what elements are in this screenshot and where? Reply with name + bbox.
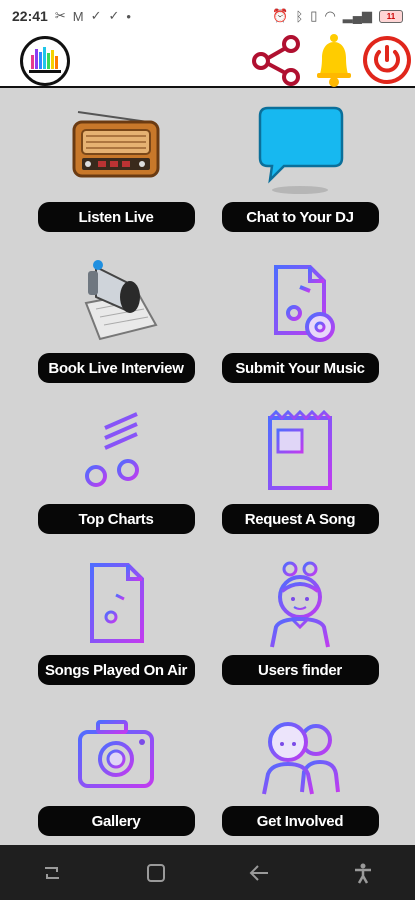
status-bar: 22:41 ✂ M ✓ ✓ • ⏰ ᛒ ▯ ◠ ▂▄▆ 11 — [0, 0, 415, 32]
wifi-icon: ◠ — [324, 8, 336, 23]
newspaper-icon — [268, 409, 332, 490]
alarm-icon: ⏰ — [272, 8, 289, 23]
power-button[interactable] — [361, 34, 413, 86]
share-button[interactable] — [249, 34, 305, 86]
tile-get-involved[interactable]: Get Involved — [218, 706, 382, 836]
recents-button[interactable] — [32, 858, 72, 888]
logo-bars-icon — [29, 47, 61, 73]
tile-chat-dj[interactable]: Chat to Your DJ — [218, 102, 382, 232]
status-time: 22:41 — [12, 8, 48, 24]
tile-label: Book Live Interview — [37, 353, 195, 383]
tile-label: Submit Your Music — [221, 353, 379, 383]
back-arrow-icon — [249, 864, 269, 881]
tile-label: Top Charts — [37, 504, 195, 534]
bell-icon — [317, 34, 351, 87]
app-bar — [0, 32, 415, 88]
check-icon: ✓ — [108, 8, 120, 23]
battery-icon: 11 — [379, 9, 403, 23]
back-button[interactable] — [239, 858, 279, 888]
music-file-icon — [274, 265, 335, 342]
home-square-icon — [146, 863, 165, 882]
share-icon — [252, 35, 300, 86]
tile-submit-music[interactable]: Submit Your Music — [218, 253, 382, 383]
tile-listen-live[interactable]: Listen Live — [34, 102, 198, 232]
chat-bubble-icon — [258, 106, 344, 194]
tile-request-song[interactable]: Request A Song — [218, 404, 382, 534]
scissors-icon: ✂ — [54, 8, 66, 23]
tile-label: Songs Played On Air — [37, 655, 195, 685]
menu-grid: Listen Live Chat to Your DJ Book Live In… — [0, 90, 415, 845]
user-girl-icon — [270, 561, 330, 648]
tile-book-interview[interactable]: Book Live Interview — [34, 253, 198, 383]
tile-label: Users finder — [221, 655, 379, 685]
system-nav-bar — [0, 845, 415, 900]
check-icon: ✓ — [90, 8, 102, 23]
camera-icon — [78, 720, 154, 788]
gmail-icon: M — [72, 8, 84, 24]
tile-label: Gallery — [37, 806, 195, 836]
radio-icon — [72, 111, 160, 178]
notifications-button[interactable] — [312, 32, 356, 88]
bluetooth-icon: ᛒ — [295, 8, 304, 24]
tile-label: Chat to Your DJ — [221, 202, 379, 232]
music-notes-icon — [85, 412, 139, 487]
station-logo[interactable] — [20, 36, 70, 86]
signal-icon: ▂▄▆ — [342, 8, 372, 23]
tile-label: Request A Song — [221, 504, 379, 534]
accessibility-icon — [355, 863, 372, 884]
tile-top-charts[interactable]: Top Charts — [34, 404, 198, 534]
tile-label: Listen Live — [37, 202, 195, 232]
vibrate-icon: ▯ — [310, 8, 318, 23]
dot-icon: • — [126, 8, 131, 24]
home-button[interactable] — [136, 858, 176, 888]
group-people-icon — [262, 722, 340, 795]
tile-users-finder[interactable]: Users finder — [218, 555, 382, 685]
audio-document-icon — [90, 563, 144, 643]
accessibility-button[interactable] — [343, 858, 383, 888]
megaphone-notebook-icon — [84, 260, 158, 341]
tile-gallery[interactable]: Gallery — [34, 706, 198, 836]
tile-label: Get Involved — [221, 806, 379, 836]
power-icon — [363, 36, 411, 84]
tile-songs-played[interactable]: Songs Played On Air — [34, 555, 198, 685]
recents-icon — [44, 866, 59, 879]
